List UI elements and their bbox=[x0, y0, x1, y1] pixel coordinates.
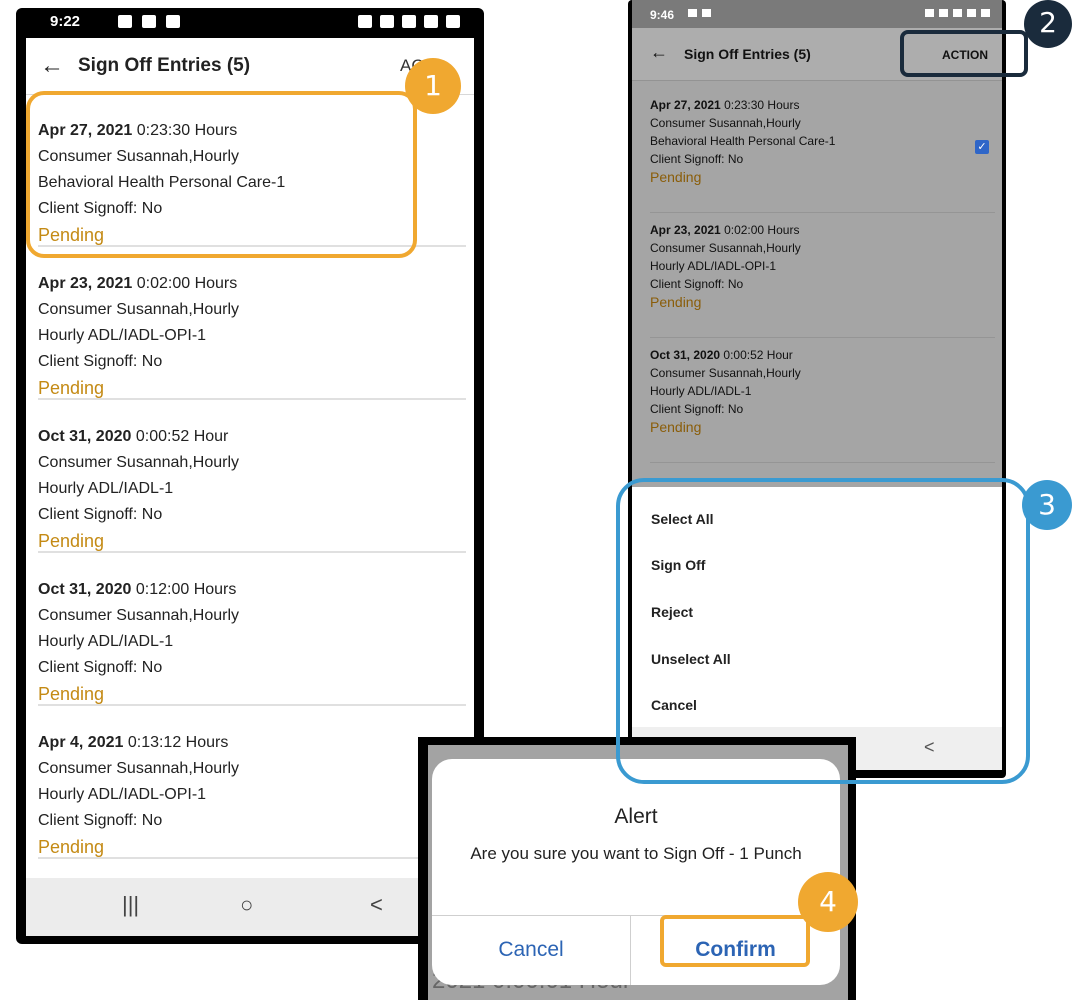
entry-date: Apr 27, 2021 bbox=[650, 98, 721, 112]
bluetooth-icon bbox=[380, 15, 394, 28]
entry-consumer: Consumer Susannah,Hourly bbox=[38, 454, 239, 471]
entry-date: Apr 4, 2021 bbox=[38, 734, 124, 751]
entry-status: Pending bbox=[38, 837, 105, 857]
battery-icon bbox=[981, 9, 990, 17]
instagram-icon bbox=[142, 15, 156, 28]
list-item[interactable]: Apr 23, 2021 0:02:00 Hours Consumer Susa… bbox=[38, 257, 466, 400]
entry-status: Pending bbox=[38, 378, 105, 398]
cancel-button[interactable]: Cancel bbox=[432, 915, 630, 985]
entry-status: Pending bbox=[650, 419, 702, 435]
notification-icons bbox=[688, 9, 711, 17]
alert-message: Are you sure you want to Sign Off - 1 Pu… bbox=[470, 844, 802, 863]
entry-consumer: Consumer Susannah,Hourly bbox=[38, 301, 239, 318]
entry-duration: 0:13:12 Hours bbox=[127, 734, 229, 751]
entry-signoff: Client Signoff: No bbox=[38, 659, 163, 676]
home-icon[interactable]: ○ bbox=[240, 892, 253, 918]
entry-consumer: Consumer Susannah,Hourly bbox=[650, 241, 801, 255]
back-arrow-icon[interactable]: ← bbox=[40, 52, 64, 80]
list-item[interactable]: Oct 31, 2020 0:00:52 Hour Consumer Susan… bbox=[650, 338, 995, 463]
highlight-action-menu bbox=[616, 478, 1030, 784]
entry-duration: 0:23:30 Hours bbox=[724, 98, 800, 112]
callout-badge-2: 2 bbox=[1024, 0, 1072, 48]
recents-icon[interactable]: ||| bbox=[122, 892, 139, 918]
system-icons bbox=[358, 15, 460, 28]
status-time: 9:46 bbox=[650, 8, 675, 22]
entry-date: Apr 23, 2021 bbox=[650, 223, 721, 237]
gallery-icon bbox=[702, 9, 711, 17]
entry-status: Pending bbox=[650, 169, 702, 185]
highlight-first-entry bbox=[26, 91, 417, 258]
entry-list: Apr 27, 2021 0:23:30 Hours Consumer Susa… bbox=[650, 88, 995, 463]
status-bar: 9:22 bbox=[26, 8, 474, 38]
entry-service: Behavioral Health Personal Care-1 bbox=[650, 134, 836, 148]
entry-duration: 0:12:00 Hours bbox=[135, 581, 237, 598]
entry-service: Hourly ADL/IADL-1 bbox=[38, 633, 174, 650]
bluetooth-icon bbox=[939, 9, 948, 17]
notification-icons bbox=[118, 15, 180, 28]
entry-duration: 0:02:00 Hours bbox=[724, 223, 800, 237]
entry-service: Hourly ADL/IADL-OPI-1 bbox=[650, 259, 777, 273]
back-nav-icon[interactable]: < bbox=[370, 892, 383, 918]
alarm-icon bbox=[358, 15, 372, 28]
callout-badge-3: 3 bbox=[1022, 480, 1072, 530]
entry-signoff: Client Signoff: No bbox=[650, 402, 744, 416]
page-title: Sign Off Entries (5) bbox=[78, 55, 251, 76]
entry-status: Pending bbox=[650, 294, 702, 310]
entry-duration: 0:00:52 Hour bbox=[135, 428, 229, 445]
wifi-icon bbox=[953, 9, 962, 17]
battery-icon bbox=[446, 15, 460, 28]
entry-signoff: Client Signoff: No bbox=[38, 353, 163, 370]
entry-signoff: Client Signoff: No bbox=[38, 812, 163, 829]
list-item[interactable]: Apr 23, 2021 0:02:00 Hours Consumer Susa… bbox=[650, 213, 995, 338]
alarm-icon bbox=[925, 9, 934, 17]
list-item[interactable]: Oct 31, 2020 0:12:00 Hours Consumer Susa… bbox=[38, 563, 466, 706]
list-item[interactable]: Oct 31, 2020 0:00:52 Hour Consumer Susan… bbox=[38, 410, 466, 553]
entry-date: Oct 31, 2020 bbox=[38, 428, 132, 445]
entry-date: Oct 31, 2020 bbox=[650, 348, 721, 362]
list-item[interactable]: Apr 27, 2021 0:23:30 Hours Consumer Susa… bbox=[650, 88, 995, 213]
highlight-action-button bbox=[900, 30, 1028, 77]
entry-service: Hourly ADL/IADL-1 bbox=[38, 480, 174, 497]
entry-status: Pending bbox=[38, 684, 105, 704]
entry-service: Hourly ADL/IADL-OPI-1 bbox=[38, 327, 207, 344]
entry-checkbox-checked[interactable]: ✓ bbox=[975, 140, 989, 154]
signal-icon bbox=[424, 15, 438, 28]
entry-date: Oct 31, 2020 bbox=[38, 581, 132, 598]
page-title: Sign Off Entries (5) bbox=[684, 46, 811, 62]
entry-signoff: Client Signoff: No bbox=[38, 506, 163, 523]
entry-consumer: Consumer Susannah,Hourly bbox=[650, 366, 801, 380]
list-item[interactable]: Apr 4, 2021 0:13:12 Hours Consumer Susan… bbox=[38, 716, 466, 859]
signal-icon bbox=[967, 9, 976, 17]
android-nav-bar: ||| ○ < bbox=[26, 878, 474, 936]
entry-service: Hourly ADL/IADL-OPI-1 bbox=[38, 786, 207, 803]
system-icons bbox=[925, 9, 990, 17]
back-arrow-icon[interactable]: ← bbox=[650, 42, 668, 63]
status-bar: 9:46 bbox=[632, 0, 1002, 28]
entry-duration: 0:00:52 Hour bbox=[723, 348, 793, 362]
entry-duration: 0:02:00 Hours bbox=[136, 275, 238, 292]
entry-consumer: Consumer Susannah,Hourly bbox=[650, 116, 801, 130]
notification-icon bbox=[118, 15, 132, 28]
entry-signoff: Client Signoff: No bbox=[650, 277, 744, 291]
entry-service: Hourly ADL/IADL-1 bbox=[650, 384, 752, 398]
alert-title: Alert bbox=[614, 805, 658, 828]
status-time: 9:22 bbox=[50, 13, 81, 30]
entry-consumer: Consumer Susannah,Hourly bbox=[38, 760, 239, 777]
callout-badge-4: 4 bbox=[798, 872, 858, 932]
wifi-icon bbox=[402, 15, 416, 28]
notification-icon bbox=[688, 9, 697, 17]
highlight-confirm-button bbox=[660, 915, 810, 967]
entry-signoff: Client Signoff: No bbox=[650, 152, 744, 166]
gallery-icon bbox=[166, 15, 180, 28]
entry-status: Pending bbox=[38, 531, 105, 551]
entry-date: Apr 23, 2021 bbox=[38, 275, 133, 292]
callout-badge-1: 1 bbox=[405, 58, 461, 114]
entry-consumer: Consumer Susannah,Hourly bbox=[38, 607, 239, 624]
